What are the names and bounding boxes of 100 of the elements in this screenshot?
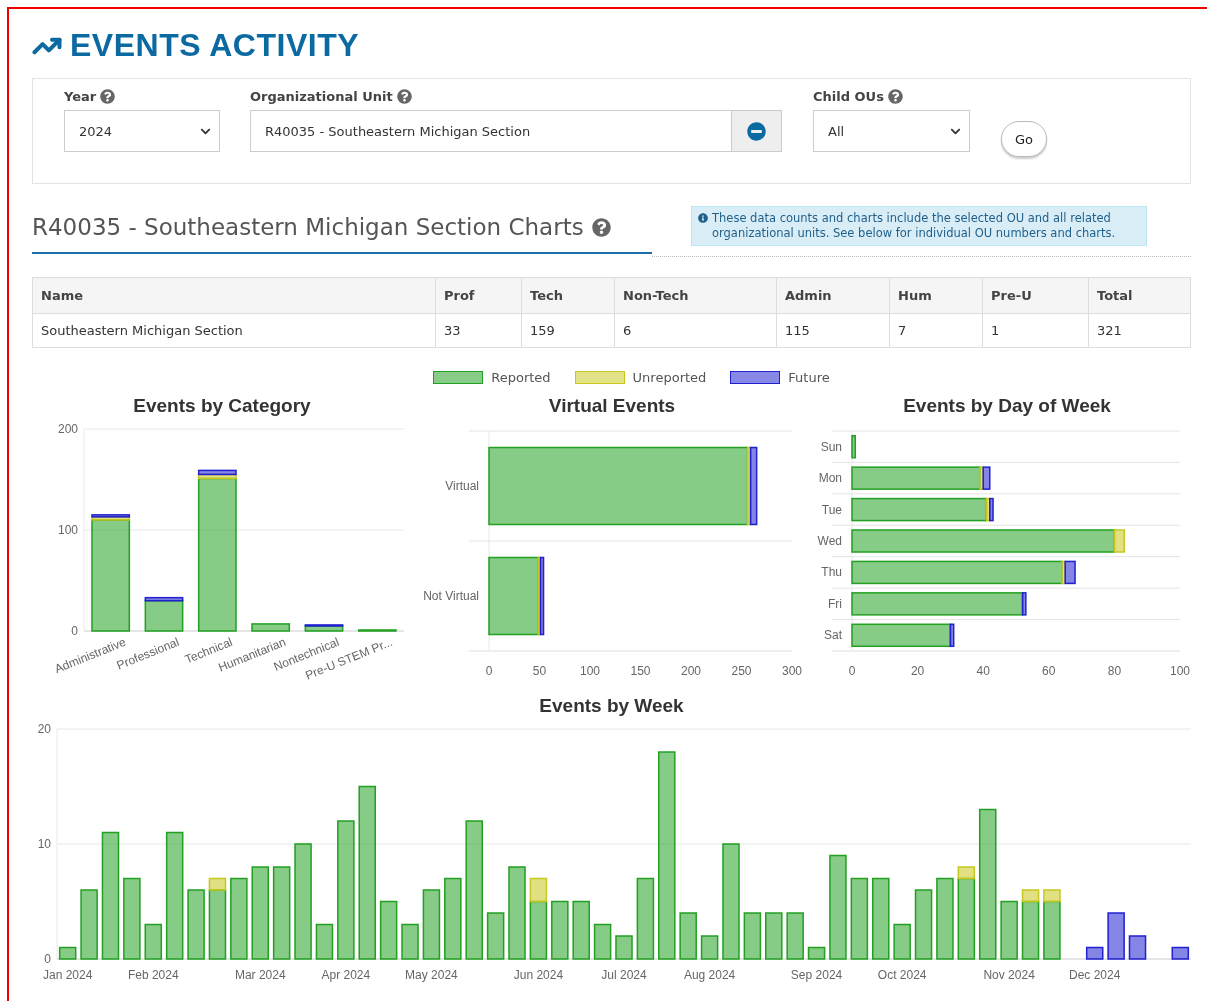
- bar: [79, 889, 98, 960]
- bar: [914, 889, 932, 960]
- year-select[interactable]: 2024: [64, 110, 220, 152]
- bar: [571, 900, 590, 960]
- go-button[interactable]: Go: [1001, 121, 1047, 157]
- axis-label: Sep 2024: [790, 968, 842, 982]
- bar: [486, 912, 504, 960]
- axis-label: Sat: [824, 628, 842, 643]
- column-header: Prof: [435, 277, 522, 314]
- bar: [422, 889, 440, 960]
- bar: [614, 935, 633, 960]
- axis-label: 20: [37, 722, 51, 736]
- bar: [315, 923, 333, 960]
- bar: [550, 900, 569, 960]
- chart-title: Events by Category: [133, 395, 311, 417]
- field-label: Child OUs: [813, 89, 884, 104]
- axis-label: 0: [485, 664, 493, 678]
- bar: [1106, 912, 1125, 960]
- axis-label: Oct 2024: [877, 968, 926, 982]
- table-cell: Southeastern Michigan Section: [32, 313, 436, 348]
- axis-label: 0: [71, 624, 78, 638]
- column-header: Pre-U: [982, 277, 1089, 314]
- axis-label: 100: [57, 523, 78, 537]
- bar: [999, 900, 1018, 960]
- help-icon[interactable]: [100, 89, 116, 104]
- bar: [743, 912, 761, 960]
- bar: [379, 900, 397, 960]
- bar: [851, 434, 857, 459]
- axis-label: 20: [910, 664, 925, 678]
- bar: [357, 629, 397, 632]
- info-note: These data counts and charts include the selected OU and all related organizational units. See below for individual OU numbers and charts.: [712, 211, 1117, 241]
- axis-label: Jul 2024: [600, 968, 647, 982]
- bar: [678, 912, 697, 960]
- table-cell: 321: [1088, 313, 1191, 348]
- child-ous-select[interactable]: All: [813, 110, 970, 152]
- axis-label: Nov 2024: [982, 968, 1035, 982]
- bar: [593, 923, 611, 960]
- axis-label: Not Virtual: [423, 589, 479, 603]
- bar: [807, 946, 825, 960]
- axis-label: 100: [580, 664, 600, 678]
- help-icon[interactable]: [591, 217, 611, 237]
- axis-label: Wed: [817, 534, 842, 548]
- legend-label: Future: [788, 370, 830, 385]
- table-cell: 6: [614, 313, 777, 348]
- axis-label: Tue: [821, 502, 842, 517]
- page-title: EVENTS ACTIVITY: [70, 27, 359, 64]
- field-label: Organizational Unit: [250, 89, 393, 104]
- column-header: Tech: [521, 277, 615, 314]
- axis-label: 200: [681, 664, 701, 678]
- help-icon[interactable]: [396, 89, 412, 104]
- column-header: Hum: [889, 277, 983, 314]
- table-cell: 159: [521, 313, 615, 348]
- axis-label: Dec 2024: [1068, 968, 1120, 982]
- column-header: Admin: [776, 277, 890, 314]
- bar: [58, 946, 76, 960]
- table-cell: 7: [889, 313, 983, 348]
- axis-label: 10: [37, 837, 51, 851]
- axis-label: 60: [1042, 664, 1056, 678]
- axis-label: 100: [1170, 664, 1190, 678]
- axis-label: May 2024: [404, 968, 458, 982]
- bar: [186, 889, 205, 960]
- axis-label: Jan 2024: [42, 968, 92, 982]
- axis-label: 250: [731, 664, 752, 678]
- axis-label: Virtual: [445, 479, 479, 493]
- chart-title: Virtual Events: [548, 395, 676, 417]
- legend-label: Reported: [491, 370, 551, 385]
- field-label: Year: [64, 89, 97, 104]
- axis-label: 0: [43, 952, 51, 966]
- axis-label: Fri: [828, 596, 842, 611]
- axis-label: 300: [782, 664, 802, 678]
- axis-label: 200: [57, 422, 78, 436]
- axis-label: Sun: [820, 439, 842, 454]
- axis-label: Mar 2024: [234, 968, 286, 982]
- axis-label: Jun 2024: [513, 968, 563, 982]
- table-cell: 33: [435, 313, 522, 348]
- remove-button[interactable]: [731, 111, 781, 151]
- bar: [1128, 935, 1146, 960]
- bar: [1171, 946, 1189, 960]
- bar: [764, 912, 783, 960]
- chart-title: Events by Week: [539, 695, 684, 717]
- axis-label: Thu: [821, 565, 842, 580]
- axis-label: 40: [976, 664, 990, 678]
- legend-label: Unreported: [632, 370, 707, 385]
- info-icon: [698, 213, 708, 223]
- axis-label: Feb 2024: [127, 968, 179, 982]
- section-heading: R40035 - Southeastern Michigan Section Charts: [32, 214, 584, 240]
- help-icon[interactable]: [887, 89, 903, 104]
- bar: [785, 912, 804, 960]
- table-cell: 115: [776, 313, 890, 348]
- bar: [251, 623, 291, 632]
- bar: [144, 923, 162, 960]
- axis-label: 0: [848, 664, 856, 678]
- column-header: Non-Tech: [614, 277, 777, 314]
- column-header: Total: [1088, 277, 1191, 314]
- axis-label: Aug 2024: [683, 968, 735, 982]
- bar: [700, 935, 718, 960]
- chart-title: Events by Day of Week: [903, 395, 1111, 417]
- bar: [1085, 946, 1103, 960]
- column-header: Name: [32, 277, 436, 314]
- axis-label: Mon: [818, 471, 842, 486]
